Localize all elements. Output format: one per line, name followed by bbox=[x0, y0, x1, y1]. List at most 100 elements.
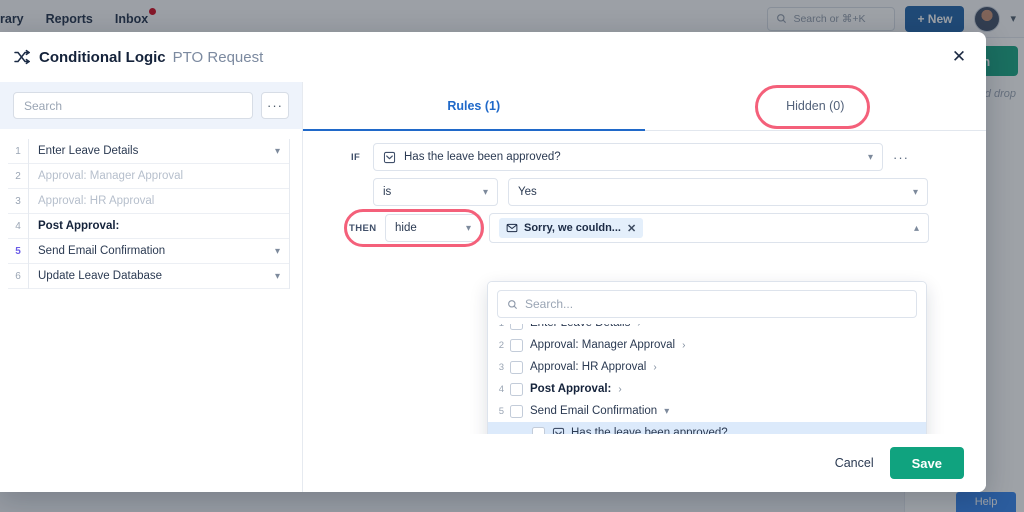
action-select[interactable]: hide ▾ bbox=[385, 214, 481, 242]
dropdown-option-checkbox[interactable] bbox=[510, 324, 523, 330]
tab-hidden-0[interactable]: Hidden (0) bbox=[645, 82, 987, 130]
tab-rules-1[interactable]: Rules (1) bbox=[303, 82, 645, 131]
chevron-down-icon[interactable]: ▾ bbox=[466, 223, 471, 234]
dropdown-option-label: Send Email Confirmation bbox=[530, 405, 658, 417]
close-icon[interactable]: ✕ bbox=[948, 46, 970, 68]
dropdown-option-checkbox[interactable] bbox=[510, 382, 523, 396]
chevron-right-icon[interactable]: › bbox=[653, 362, 656, 373]
rules-pane: Rules (1) Hidden (0) IF Has the leave bee… bbox=[303, 82, 986, 492]
sidebar-search-bar: Search ··· bbox=[0, 82, 302, 129]
chevron-down-icon[interactable]: ▾ bbox=[275, 246, 280, 257]
sidebar-step-number: 6 bbox=[15, 270, 21, 282]
yesno-field-icon bbox=[383, 151, 396, 163]
chevron-down-icon[interactable]: ▾ bbox=[275, 146, 280, 157]
search-placeholder: Search bbox=[24, 98, 63, 113]
dropdown-search-wrap: Search... bbox=[488, 282, 926, 324]
sidebar-step-item[interactable]: 5 Send Email Confirmation ▾ bbox=[8, 238, 290, 264]
chevron-right-icon[interactable]: › bbox=[637, 324, 640, 329]
rule-then-row: THEN hide ▾ Sorry, we couldn... ✕ ▴ bbox=[303, 209, 986, 247]
action-label: hide bbox=[395, 222, 417, 234]
operator-label: is bbox=[383, 186, 392, 198]
search-icon bbox=[508, 299, 518, 309]
chevron-down-icon[interactable]: ▾ bbox=[913, 187, 918, 198]
operator-select[interactable]: is ▾ bbox=[373, 178, 498, 206]
chevron-down-icon[interactable]: ▾ bbox=[868, 152, 873, 163]
sidebar-step-number: 1 bbox=[15, 145, 21, 157]
sidebar-step-label: Approval: Manager Approval bbox=[38, 170, 184, 182]
sidebar-step-number: 4 bbox=[15, 220, 21, 232]
sidebar-step-card[interactable]: Update Leave Database ▾ bbox=[28, 263, 290, 289]
dropdown-option-checkbox[interactable] bbox=[510, 404, 523, 418]
sidebar-step-item[interactable]: 6 Update Leave Database ▾ bbox=[8, 263, 290, 289]
dropdown-search-input[interactable]: Search... bbox=[497, 290, 917, 318]
search-input[interactable]: Search bbox=[13, 92, 253, 119]
rule-editor: IF Has the leave been approved? ▾ ··· is… bbox=[303, 131, 986, 481]
dropdown-option[interactable]: 5 Send Email Confirmation ▾ bbox=[488, 400, 926, 422]
tab-label: Hidden (0) bbox=[786, 99, 845, 113]
save-button[interactable]: Save bbox=[889, 447, 964, 479]
sidebar-step-item[interactable]: 1 Enter Leave Details ▾ bbox=[8, 138, 290, 164]
value-label: Yes bbox=[518, 186, 537, 198]
chevron-up-icon[interactable]: ▴ bbox=[914, 223, 919, 234]
dropdown-search-placeholder: Search... bbox=[525, 297, 574, 311]
sidebar-step-card[interactable]: Send Email Confirmation ▾ bbox=[28, 238, 290, 264]
sidebar-step-card[interactable]: Post Approval: bbox=[28, 213, 290, 239]
tab-bar: Rules (1) Hidden (0) bbox=[303, 82, 986, 131]
dropdown-option-label: Approval: HR Approval bbox=[530, 361, 647, 373]
sidebar-step-label: Post Approval: bbox=[38, 220, 120, 232]
sidebar-step-label: Approval: HR Approval bbox=[38, 195, 155, 207]
rule-condition-row: is ▾ Yes ▾ bbox=[303, 178, 986, 206]
sidebar-step-item[interactable]: 3 Approval: HR Approval bbox=[8, 188, 290, 214]
chevron-down-icon[interactable]: ▾ bbox=[275, 271, 280, 282]
sidebar-step-card[interactable]: Approval: Manager Approval bbox=[28, 163, 290, 189]
shuffle-icon bbox=[14, 49, 30, 65]
chevron-down-icon[interactable]: ▾ bbox=[664, 406, 669, 417]
page-title: Conditional Logic bbox=[39, 48, 166, 66]
rule-row-menu[interactable]: ··· bbox=[893, 150, 909, 165]
chevron-right-icon[interactable]: › bbox=[682, 340, 685, 351]
sidebar-step-card[interactable]: Approval: HR Approval bbox=[28, 188, 290, 214]
then-keyword: THEN bbox=[349, 222, 377, 234]
email-icon bbox=[506, 223, 518, 233]
sidebar-step-item[interactable]: 2 Approval: Manager Approval bbox=[8, 163, 290, 189]
cancel-button[interactable]: Cancel bbox=[835, 456, 874, 470]
if-keyword: IF bbox=[351, 151, 361, 163]
modal-subtitle: PTO Request bbox=[172, 48, 264, 66]
dropdown-option[interactable]: 2 Approval: Manager Approval › bbox=[488, 334, 926, 356]
sidebar-more-button[interactable]: ··· bbox=[261, 92, 289, 119]
dropdown-option[interactable]: 3 Approval: HR Approval › bbox=[488, 356, 926, 378]
dropdown-option-label: Post Approval: bbox=[530, 383, 612, 395]
sidebar-step-item[interactable]: 4 Post Approval: bbox=[8, 213, 290, 239]
modal-footer: Cancel Save bbox=[303, 434, 986, 492]
dropdown-option[interactable]: 4 Post Approval: › bbox=[488, 378, 926, 400]
sidebar-step-number: 5 bbox=[15, 245, 21, 257]
conditional-logic-modal: Conditional Logic PTO Request ✕ Search ·… bbox=[0, 32, 986, 492]
sidebar-step-number: 2 bbox=[15, 170, 21, 182]
steps-list: 1 Enter Leave Details ▾ 2 Approval: Manager … bbox=[0, 129, 302, 289]
sidebar-step-card[interactable]: Enter Leave Details ▾ bbox=[28, 138, 290, 164]
dropdown-option-label: Approval: Manager Approval bbox=[530, 339, 676, 351]
dropdown-option[interactable]: 1 Enter Leave Details › bbox=[488, 324, 926, 334]
dropdown-option-number: 1 bbox=[488, 324, 510, 329]
target-chip[interactable]: Sorry, we couldn... ✕ bbox=[499, 218, 644, 238]
sidebar-step-number: 3 bbox=[15, 195, 21, 207]
target-chip-label: Sorry, we couldn... bbox=[524, 222, 621, 234]
sidebar-step-label: Send Email Confirmation bbox=[38, 245, 166, 257]
chevron-down-icon[interactable]: ▾ bbox=[483, 187, 488, 198]
value-select[interactable]: Yes ▾ bbox=[508, 178, 928, 206]
dropdown-option-checkbox[interactable] bbox=[510, 360, 523, 374]
sidebar-step-label: Enter Leave Details bbox=[38, 145, 139, 157]
chevron-right-icon[interactable]: › bbox=[618, 384, 621, 395]
steps-sidebar: Search ··· 1 Enter Leave Details ▾ 2 Approva… bbox=[0, 82, 303, 492]
if-field-label: Has the leave been approved? bbox=[404, 151, 561, 163]
dropdown-option-number: 2 bbox=[498, 339, 504, 351]
dropdown-option-number: 5 bbox=[498, 405, 504, 417]
dropdown-option-number: 3 bbox=[498, 361, 504, 373]
target-multiselect[interactable]: Sorry, we couldn... ✕ ▴ bbox=[489, 213, 929, 243]
tab-label: Rules (1) bbox=[447, 99, 501, 113]
close-icon[interactable]: ✕ bbox=[627, 222, 636, 235]
rule-if-row: IF Has the leave been approved? ▾ ··· bbox=[303, 143, 986, 171]
dropdown-option-number: 4 bbox=[498, 383, 504, 395]
dropdown-option-checkbox[interactable] bbox=[510, 338, 523, 352]
if-field-select[interactable]: Has the leave been approved? ▾ bbox=[373, 143, 883, 171]
